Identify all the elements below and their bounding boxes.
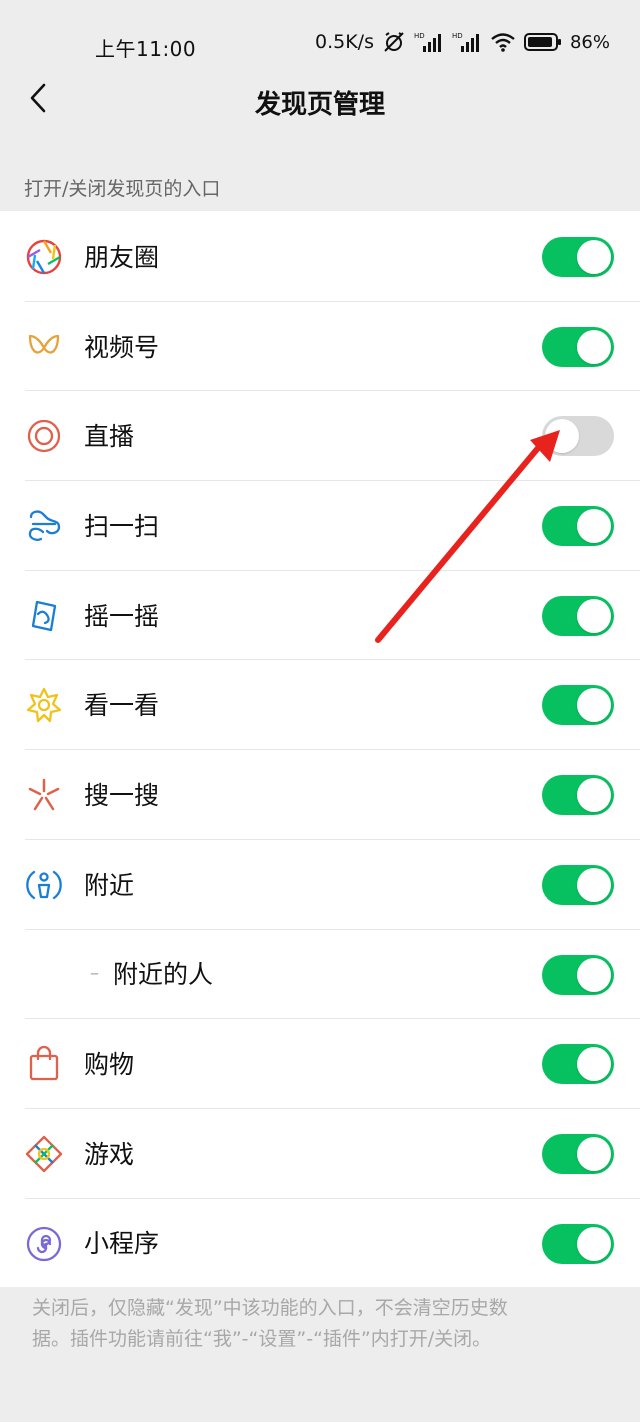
toggle-knob — [577, 1136, 611, 1171]
section-header: 打开/关闭发现页的入口 — [24, 178, 221, 200]
footer-note-line: 关闭后，仅隐藏“发现”中该功能的入口，不会清空历史数 — [32, 1297, 508, 1319]
list-item-label: 扫一扫 — [84, 511, 160, 541]
toggle-knob — [545, 419, 579, 454]
footer-note-line: 据。插件功能请前往“我”-“设置”-“插件”内打开/关闭。 — [32, 1328, 492, 1350]
toggle-switch[interactable] — [542, 506, 614, 547]
mini-program-icon — [25, 1225, 63, 1263]
moments-icon — [25, 238, 63, 276]
list-item-label: 视频号 — [84, 332, 160, 362]
status-time: 上午11:00 — [95, 37, 197, 61]
list-item-mini-programs: 小程序 — [0, 1197, 640, 1288]
list-item-shopping: 购物 — [0, 1018, 640, 1108]
list-item-label: 小程序 — [84, 1229, 160, 1259]
top-stories-icon — [25, 686, 63, 724]
list-item-label: 摇一摇 — [84, 601, 160, 631]
toggle-knob — [577, 778, 611, 813]
list-item-label: 游戏 — [84, 1139, 135, 1169]
games-icon — [25, 1135, 63, 1173]
battery-percent: 86% — [569, 31, 610, 53]
signal-hd-icon: HD — [452, 31, 482, 53]
toggle-knob — [577, 688, 611, 723]
list-item-games: 游戏 — [0, 1107, 640, 1198]
toggle-switch[interactable] — [542, 685, 614, 726]
list-item-live: 直播 — [0, 390, 640, 480]
toggle-switch[interactable] — [542, 416, 614, 457]
toggle-switch[interactable] — [542, 864, 614, 905]
toggle-switch[interactable] — [542, 1223, 614, 1264]
list-item-nearby: 附近 — [0, 838, 640, 929]
list-item-moments: 朋友圈 — [0, 211, 640, 301]
toggle-knob — [577, 867, 611, 902]
sub-item-dash: – — [90, 962, 99, 984]
live-icon — [25, 417, 63, 455]
toggle-switch[interactable] — [542, 237, 614, 277]
toggle-knob — [577, 598, 611, 633]
list-item-label: 搜一搜 — [84, 780, 160, 810]
footer-note: 关闭后，仅隐藏“发现”中该功能的入口，不会清空历史数 据。插件功能请前往“我”-… — [32, 1293, 592, 1355]
nav-bar: 发现页管理 — [0, 70, 640, 130]
page-title: 发现页管理 — [254, 90, 385, 120]
toggle-knob — [577, 509, 611, 544]
list-item-channels: 视频号 — [0, 300, 640, 391]
battery-icon — [523, 32, 562, 52]
channels-icon — [25, 328, 63, 366]
signal-hd-icon: HD — [414, 31, 444, 53]
toggle-knob — [577, 1226, 611, 1261]
svg-text:HD: HD — [452, 32, 463, 40]
list-item-search: 搜一搜 — [0, 749, 640, 839]
settings-list: 朋友圈 视频号 直播 扫一扫 摇一摇 看一看 搜一搜 附近 – 附近的人 购物 … — [0, 211, 640, 1287]
shake-icon — [25, 597, 63, 635]
toggle-switch[interactable] — [542, 1044, 614, 1085]
list-item-people-nearby: – 附近的人 — [0, 928, 640, 1019]
wifi-icon — [490, 31, 516, 53]
toggle-switch[interactable] — [542, 326, 614, 367]
toggle-switch[interactable] — [542, 1133, 614, 1174]
toggle-knob — [577, 240, 611, 274]
list-item-scan: 扫一扫 — [0, 480, 640, 570]
list-item-label: 附近的人 — [113, 960, 214, 990]
search-icon — [25, 776, 63, 814]
list-item-label: 直播 — [84, 422, 135, 452]
status-indicators: 0.5K/s HD HD 86% — [315, 30, 610, 54]
list-item-label: 附近 — [84, 870, 135, 900]
toggle-knob — [577, 329, 611, 364]
list-item-shake: 摇一摇 — [0, 569, 640, 660]
toggle-switch[interactable] — [542, 595, 614, 636]
svg-text:HD: HD — [414, 32, 425, 40]
toggle-switch[interactable] — [542, 954, 614, 995]
list-item-label: 朋友圈 — [84, 242, 160, 272]
toggle-knob — [577, 1047, 611, 1082]
toggle-switch[interactable] — [542, 775, 614, 816]
list-item-label: 看一看 — [84, 691, 160, 721]
shopping-bag-icon — [25, 1045, 63, 1083]
scan-icon — [25, 507, 63, 545]
network-speed: 0.5K/s — [315, 31, 374, 53]
toggle-knob — [577, 957, 611, 992]
alarm-off-icon — [382, 30, 406, 54]
list-item-label: 购物 — [84, 1050, 135, 1080]
nearby-icon — [25, 866, 63, 904]
list-item-top-stories: 看一看 — [0, 659, 640, 749]
